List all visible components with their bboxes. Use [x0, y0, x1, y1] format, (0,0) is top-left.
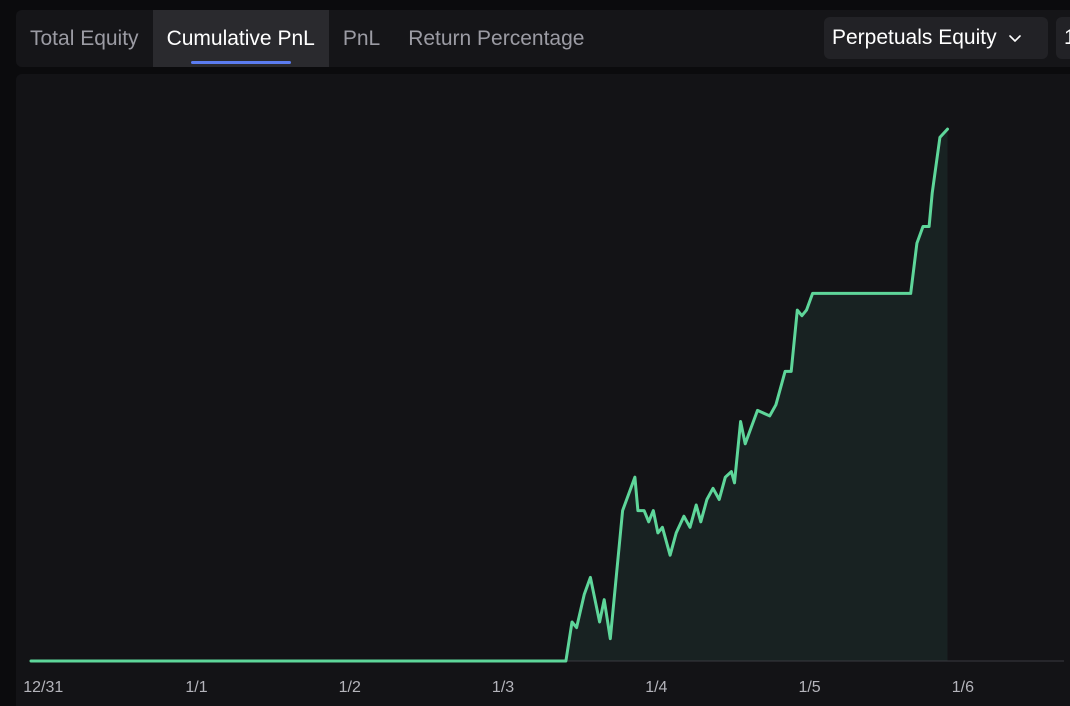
- x-tick-label: 12/31: [23, 679, 63, 696]
- x-tick-label: 1/4: [645, 679, 667, 696]
- x-tick-label: 1/3: [492, 679, 514, 696]
- tab-cumulative-pnl[interactable]: Cumulative PnL: [152, 10, 329, 67]
- equity-type-dropdown[interactable]: Perpetuals Equity: [824, 17, 1048, 59]
- pnl-area-fill: [31, 129, 948, 662]
- x-tick-label: 1/1: [185, 679, 207, 696]
- x-tick-label: 1/2: [339, 679, 361, 696]
- chevron-down-icon: [1008, 35, 1021, 42]
- time-range-dropdown[interactable]: 1: [1056, 17, 1070, 59]
- x-tick-label: 1/6: [952, 679, 974, 696]
- chart-panel: 12/31 1/1 1/2 1/3 1/4 1/5 1/6: [16, 74, 1070, 706]
- time-range-label: 1: [1064, 26, 1070, 49]
- equity-type-label: Perpetuals Equity: [832, 26, 997, 49]
- tab-total-equity[interactable]: Total Equity: [16, 10, 153, 67]
- chart-tab-bar: Total Equity Cumulative PnL PnL Return P…: [16, 10, 1070, 67]
- tab-pnl[interactable]: PnL: [329, 10, 394, 67]
- tab-list: Total Equity Cumulative PnL PnL Return P…: [16, 10, 598, 67]
- x-tick-label: 1/5: [798, 679, 820, 696]
- cumulative-pnl-chart[interactable]: 12/31 1/1 1/2 1/3 1/4 1/5 1/6: [16, 74, 1070, 706]
- tab-return-percentage[interactable]: Return Percentage: [394, 10, 598, 67]
